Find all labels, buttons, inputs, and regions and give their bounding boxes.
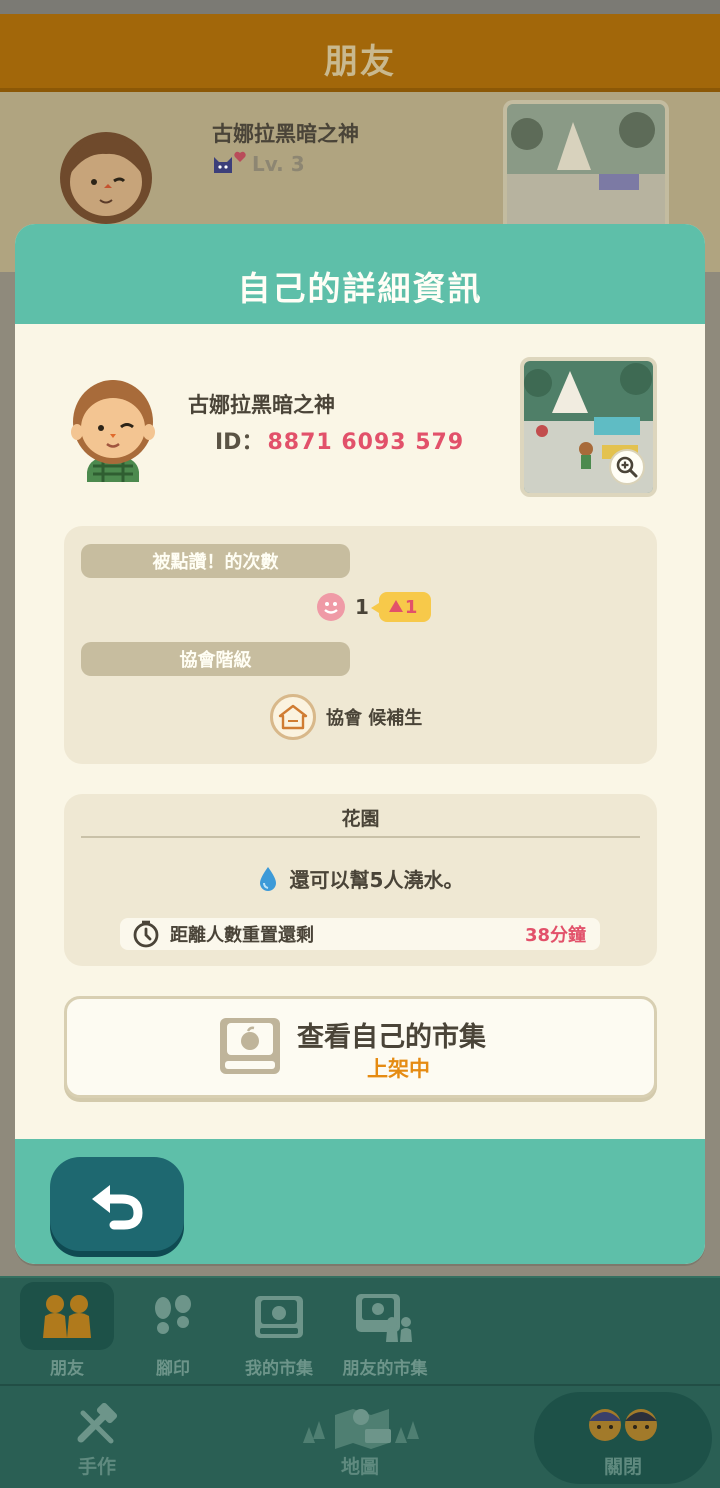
tab-friends[interactable]: 朋友: [12, 1278, 122, 1386]
reset-timer-value: 38分鐘: [524, 925, 586, 946]
tab-footprints[interactable]: 腳印: [118, 1278, 228, 1386]
status-strip: [0, 0, 720, 14]
likes-label: 被點讚！的次數: [81, 544, 350, 578]
nav-close-label: 關閉: [603, 1456, 642, 1478]
garden-divider: [81, 836, 640, 838]
garden-title: 花園: [341, 808, 380, 830]
my-market-icon: [224, 1288, 334, 1346]
self-campsite-thumbnail[interactable]: [520, 357, 657, 497]
friends-icon: [12, 1288, 122, 1346]
view-my-market-button[interactable]: 查看自己的市集 上架中: [64, 996, 657, 1098]
friend-level: Lv. 3: [212, 151, 305, 176]
likes-row: 1 1: [317, 592, 432, 622]
self-id-label: ID：: [215, 430, 264, 455]
cat-icon: [214, 157, 232, 173]
friends-tab-bar: 朋友 腳印 我的市集 朋友的市集: [0, 1276, 720, 1384]
garden-card: 花園 還可以幫5人澆水。 距離人數重置還剩 38分鐘: [64, 794, 657, 966]
water-text: 還可以幫5人澆水。: [289, 868, 464, 892]
tab-friends-label: 朋友: [50, 1359, 84, 1379]
timer-icon: [133, 920, 159, 948]
craft-hammer-icon: [42, 1400, 152, 1450]
rank-label: 協會階級: [81, 642, 350, 676]
likes-rank-card: 被點讚！的次數 1 1 協會階級 協會 候補生: [64, 526, 657, 764]
view-my-market-title: 查看自己的市集: [297, 1022, 486, 1053]
likes-new-count: 1: [404, 596, 418, 618]
likes-count: 1: [355, 595, 369, 619]
self-id: ID： 8871 6093 579: [215, 424, 464, 456]
main-nav-bar: 手作 地圖 關閉: [0, 1384, 720, 1488]
zoom-button[interactable]: [609, 449, 645, 485]
tab-friends-market-label: 朋友的市集: [342, 1359, 428, 1379]
friends-market-icon: [330, 1288, 440, 1346]
water-row: 還可以幫5人澆水。: [64, 864, 657, 893]
tab-footprints-label: 腳印: [156, 1359, 190, 1379]
close-characters-icon: [534, 1400, 712, 1450]
heart-icon: [234, 151, 246, 162]
market-box-icon: [220, 1018, 280, 1074]
friends-header-title: 朋友: [324, 42, 396, 82]
nav-craft-label: 手作: [77, 1456, 116, 1478]
zoom-icon: [616, 456, 638, 478]
reset-timer-label: 距離人數重置還剩: [170, 925, 314, 946]
rank-value: 協會 候補生: [326, 708, 423, 729]
up-arrow-icon: [388, 600, 403, 612]
back-arrow-icon: [92, 1185, 143, 1230]
nav-close-button[interactable]: 關閉: [534, 1386, 712, 1488]
modal-header: 自己的詳細資訊: [15, 224, 705, 324]
friend-campsite-thumbnail: [503, 100, 669, 240]
rank-badge-icon: [270, 694, 316, 740]
tab-friends-market[interactable]: 朋友的市集: [330, 1278, 440, 1386]
self-id-value: 8871 6093 579: [267, 430, 465, 455]
reset-timer-bar: 距離人數重置還剩 38分鐘: [120, 918, 600, 950]
friend-level-text: Lv. 3: [252, 152, 305, 176]
self-details-modal: 自己的詳細資訊 古娜拉黑暗之神 ID： 8871 6093 579 被點讚！的次…: [15, 224, 705, 1264]
water-drop-icon: [259, 866, 276, 891]
map-icon: [290, 1400, 430, 1450]
back-button[interactable]: [50, 1157, 184, 1251]
smile-icon: [317, 593, 345, 621]
footprints-icon: [118, 1288, 228, 1346]
nav-map[interactable]: 地圖: [290, 1386, 430, 1488]
friend-avatar: [60, 132, 152, 224]
nav-craft[interactable]: 手作: [42, 1386, 152, 1488]
modal-title: 自己的詳細資訊: [237, 269, 483, 308]
market-status: 上架中: [367, 1057, 430, 1081]
nav-map-label: 地圖: [340, 1456, 379, 1478]
likes-new-badge: 1: [370, 592, 432, 622]
friend-name: 古娜拉黑暗之神: [212, 122, 359, 146]
self-name: 古娜拉黑暗之神: [188, 393, 335, 417]
friends-header: 朋友: [0, 14, 720, 92]
tab-my-market[interactable]: 我的市集: [224, 1278, 334, 1386]
tab-my-market-label: 我的市集: [245, 1359, 313, 1379]
self-avatar: [71, 380, 155, 482]
rank-row: 協會 候補生: [270, 694, 422, 740]
